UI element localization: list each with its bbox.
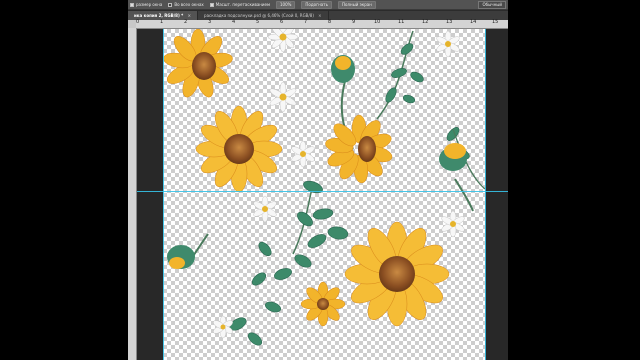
checkbox-box[interactable] xyxy=(168,2,173,7)
checkbox-box[interactable] xyxy=(209,2,214,7)
close-icon[interactable]: × xyxy=(318,13,321,18)
zoom-100-button[interactable]: 100% xyxy=(275,0,296,9)
sunflower-middle-left xyxy=(195,105,283,193)
tab-label: раскладка подсолнухи.psd @ 6,46% (Слой 0… xyxy=(204,13,314,18)
workspace-dropdown[interactable]: Обычный xyxy=(478,0,506,9)
checkbox-box[interactable] xyxy=(130,2,134,7)
ruler-tick-label: 3 xyxy=(208,19,212,25)
full-screen-button[interactable]: Полный экран xyxy=(337,0,376,9)
checkbox-label: Во всех окнах xyxy=(174,2,204,7)
sunflower-bud-left xyxy=(167,233,209,269)
ruler-tick-label: 15 xyxy=(492,19,499,25)
horizontal-ruler[interactable]: 0 1 2 3 4 5 6 7 8 9 10 11 12 13 14 15 xyxy=(136,20,508,29)
ruler-tick-label: 8 xyxy=(328,19,332,25)
checkbox-label: размер окна xyxy=(136,2,163,7)
tab-label: ика копия 2, RGB/8) * xyxy=(134,13,184,18)
scrubby-zoom-checkbox[interactable]: Масшт. перетаскиванием xyxy=(209,2,270,7)
all-windows-checkbox[interactable]: Во всех окнах xyxy=(168,2,204,7)
resize-window-checkbox[interactable]: размер окна xyxy=(130,2,162,7)
checkbox-label: Масшт. перетаскиванием xyxy=(215,2,270,7)
document-canvas[interactable] xyxy=(163,29,485,360)
ruler-tick-label: 0 xyxy=(136,19,140,25)
vertical-ruler[interactable] xyxy=(128,28,137,360)
ruler-origin[interactable] xyxy=(128,20,136,28)
sunflower-pattern-artwork xyxy=(163,29,485,346)
ruler-tick-label: 2 xyxy=(184,19,188,25)
ruler-tick-label: 7 xyxy=(304,19,308,25)
ruler-tick-label: 5 xyxy=(256,19,260,25)
ruler-tick-label: 6 xyxy=(280,19,284,25)
eucalyptus-spray-top xyxy=(376,30,424,120)
ruler-tick-label: 4 xyxy=(232,19,236,25)
guide-horizontal[interactable] xyxy=(137,191,508,192)
close-icon[interactable]: × xyxy=(188,13,191,18)
sunflower-small-bottom xyxy=(300,281,346,327)
ruler-tick-label: 10 xyxy=(374,19,381,25)
ruler-tick-label: 9 xyxy=(352,19,356,25)
ruler-tick-label: 11 xyxy=(398,19,405,25)
tab-layout-document[interactable]: раскладка подсолнухи.psd @ 6,46% (Слой 0… xyxy=(198,11,329,20)
ruler-tick-label: 14 xyxy=(470,19,477,25)
guide-vertical-right[interactable] xyxy=(485,29,486,360)
fit-screen-button[interactable]: Подогнать xyxy=(301,0,332,9)
ruler-tick-label: 13 xyxy=(446,19,453,25)
ruler-tick-label: 1 xyxy=(160,19,164,25)
sunflower-bottom-right xyxy=(344,221,450,327)
photoshop-window: размер окна Во всех окнах Масшт. перетас… xyxy=(128,0,508,360)
ruler-tick-label: 12 xyxy=(422,19,429,25)
sunflower-top-left xyxy=(163,29,233,98)
guide-vertical-left[interactable] xyxy=(163,29,164,360)
eucalyptus-spray-middle xyxy=(229,180,349,346)
sunflower-middle-right xyxy=(325,114,393,184)
document-workspace[interactable] xyxy=(137,29,508,360)
options-bar: размер окна Во всех окнах Масшт. перетас… xyxy=(128,0,508,10)
